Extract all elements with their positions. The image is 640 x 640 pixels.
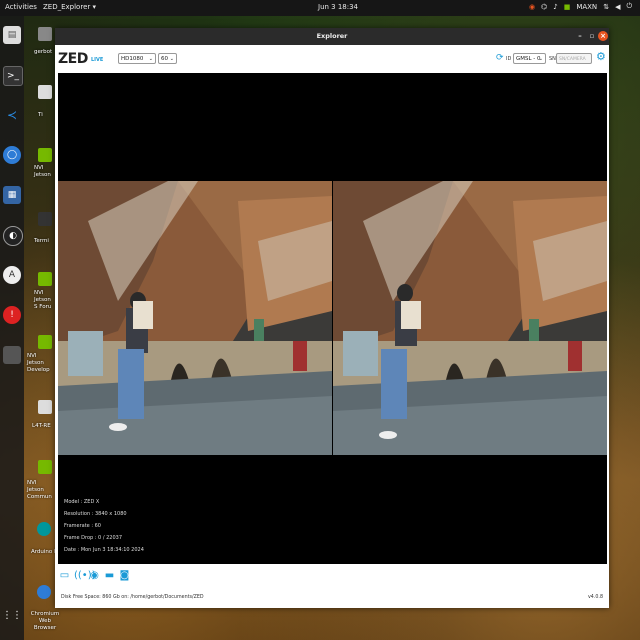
files-icon[interactable]: ▤ xyxy=(3,26,21,44)
desktop-label-chromium: Chromium Web Browser xyxy=(30,611,60,631)
settings-gear-icon[interactable]: ⚙ xyxy=(596,51,606,63)
zed-explorer-window: Explorer – ▫ × ZED LIVE HD1080 ⌄ 60 ⌄ ⟳ … xyxy=(55,28,609,608)
system-tray[interactable]: ◉ ⌬ ♪ ■ MAXN ⇅ ◀ ⏻ xyxy=(529,2,632,11)
broadcast-icon[interactable]: ((•)) xyxy=(74,570,96,581)
chromium-desktop-icon[interactable] xyxy=(37,585,51,599)
camera-viewer[interactable]: Model : ZED X Resolution : 3840 x 1080 F… xyxy=(58,73,607,564)
version-label: v4.0.8 xyxy=(587,595,603,600)
text-file-icon[interactable] xyxy=(38,85,52,99)
volume-icon: ♪ xyxy=(553,2,558,11)
desktop-label-nvidia-1: NVI Jetson xyxy=(34,165,51,178)
alert-icon[interactable]: ! xyxy=(3,306,21,324)
close-button[interactable]: × xyxy=(598,31,608,41)
refresh-icon[interactable]: ⟳ xyxy=(496,53,506,63)
svo-icon[interactable]: ▬ xyxy=(104,570,115,581)
chevron-down-icon: ⌄ xyxy=(148,56,153,62)
sn-input[interactable]: SN/CAMERA xyxy=(556,53,592,64)
nvidia-developer-icon[interactable] xyxy=(38,335,52,349)
nvidia-jetson-icon[interactable] xyxy=(38,148,52,162)
camera-id-select[interactable]: GMSL - 0 ⌄ xyxy=(513,53,546,64)
camera-icon[interactable]: ◙ xyxy=(119,570,130,581)
arduino-icon[interactable] xyxy=(37,522,51,536)
info-frame-drop: Frame Drop : 0 / 22037 xyxy=(64,535,123,541)
zed-logo: ZED xyxy=(58,51,88,67)
obs-icon[interactable]: ◐ xyxy=(3,226,23,246)
toolbar: ZED LIVE HD1080 ⌄ 60 ⌄ ⟳ ID GMSL - 0 ⌄ S… xyxy=(55,45,609,71)
minimize-button[interactable]: – xyxy=(575,31,585,41)
fps-select[interactable]: 60 ⌄ xyxy=(158,53,177,64)
camera-id-value: GMSL - 0 xyxy=(516,56,541,62)
dock: ▤ >_ ≺ ◯ ▦ ◐ A ! ⋮⋮ xyxy=(0,16,24,640)
right-camera-frame xyxy=(333,181,607,455)
power-icon: ⏻ xyxy=(626,2,632,10)
nvidia-community-icon[interactable] xyxy=(38,460,52,474)
activities-button[interactable]: Activities xyxy=(5,3,37,11)
window-titlebar[interactable]: Explorer – ▫ × xyxy=(55,28,609,45)
show-apps-icon[interactable]: ⋮⋮ xyxy=(2,606,22,624)
app-menu[interactable]: ZED_Explorer ▾ xyxy=(43,3,96,11)
info-date: Date : Mon Jun 3 18:34:10 2024 xyxy=(64,547,144,553)
terminal-desktop-icon[interactable] xyxy=(38,212,52,226)
network-icon: ⇅ xyxy=(603,2,610,11)
folder-icon[interactable]: ▭ xyxy=(59,570,70,581)
speaker-icon: ◀ xyxy=(615,2,621,11)
l4t-file-icon[interactable] xyxy=(38,400,52,414)
terminal-icon[interactable]: >_ xyxy=(3,66,23,86)
bottom-bar: ▭ ((•)) ◉ ▬ ◙ Disk Free Space: 860 Gb on… xyxy=(55,564,609,608)
desktop-label-terminal: Termi xyxy=(34,238,49,244)
desktop-label-nvidia-4: NVI Jetson Commun xyxy=(27,480,52,500)
top-bar: Activities ZED_Explorer ▾ Jun 3 18:34 ◉ … xyxy=(0,0,640,16)
home-folder-icon[interactable] xyxy=(38,27,52,41)
disk-status: Disk Free Space: 860 Gb on: /home/gerbot… xyxy=(61,595,204,600)
stereo-image xyxy=(58,181,607,455)
nvidia-icon: ■ xyxy=(563,2,571,11)
nvidia-forum-icon[interactable] xyxy=(38,272,52,286)
desktop-label-text: Ti xyxy=(38,112,43,118)
chevron-down-icon: ⌄ xyxy=(538,56,543,62)
recorder-icon[interactable]: ◉ xyxy=(89,570,100,581)
info-resolution: Resolution : 3840 x 1080 xyxy=(64,511,127,517)
left-camera-frame xyxy=(58,181,332,455)
desktop-label-nvidia-3: NVI Jetson Develop xyxy=(27,353,50,373)
screenshot-icon[interactable]: ▦ xyxy=(3,186,21,204)
record-icon: ◉ xyxy=(528,2,536,11)
power-mode-label: MAXN xyxy=(576,2,598,11)
chevron-down-icon: ⌄ xyxy=(169,56,174,62)
resolution-select[interactable]: HD1080 ⌄ xyxy=(118,53,156,64)
vscode-icon[interactable]: ≺ xyxy=(3,106,21,124)
sn-label: SN xyxy=(549,56,556,62)
desktop-label-l4t: L4T-RE xyxy=(32,423,51,429)
window-title: Explorer xyxy=(316,32,348,40)
info-model: Model : ZED X xyxy=(64,499,100,505)
clock[interactable]: Jun 3 18:34 xyxy=(318,3,358,11)
arduino-dock-icon[interactable]: A xyxy=(3,266,21,284)
info-framerate: Framerate : 60 xyxy=(64,523,101,529)
live-indicator: LIVE xyxy=(91,57,104,63)
fps-value: 60 xyxy=(161,56,168,62)
active-app-icon[interactable] xyxy=(3,346,21,364)
maximize-button[interactable]: ▫ xyxy=(587,31,597,41)
desktop-label-home: gerbot xyxy=(34,49,53,55)
desktop-label-nvidia-2: NVI Jetson S Foru xyxy=(34,290,52,310)
chromium-icon[interactable]: ◯ xyxy=(3,146,21,164)
resolution-value: HD1080 xyxy=(121,56,144,62)
wifi-icon: ⌬ xyxy=(541,2,548,11)
id-label: ID xyxy=(506,56,512,62)
